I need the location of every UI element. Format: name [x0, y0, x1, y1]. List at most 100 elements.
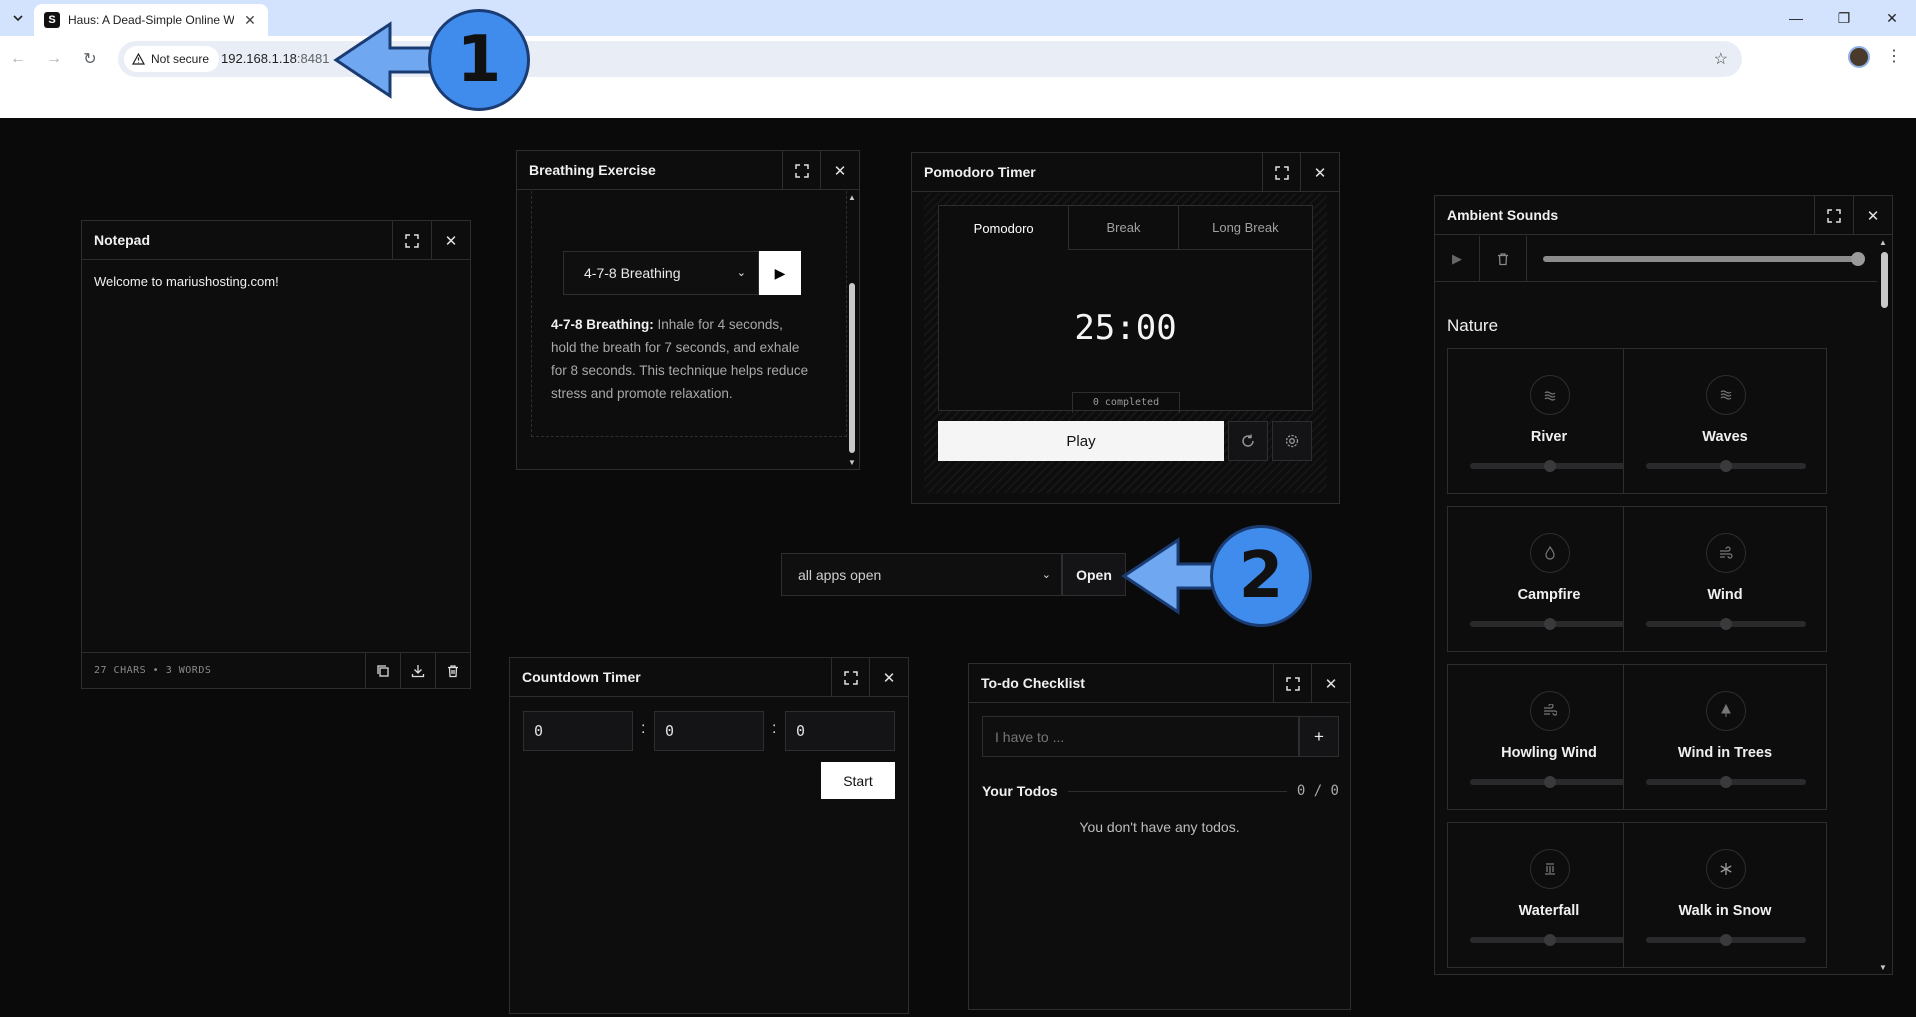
pomodoro-time: 25:00	[1074, 308, 1177, 348]
sound-volume-slider[interactable]	[1470, 934, 1630, 946]
sound-card[interactable]: Wind in Trees	[1623, 664, 1827, 810]
security-chip[interactable]: Not secure	[124, 46, 220, 72]
sound-name: Howling Wind	[1501, 745, 1597, 761]
sound-volume-slider[interactable]	[1646, 618, 1806, 630]
trash-icon[interactable]	[435, 653, 470, 688]
add-todo-button[interactable]: +	[1299, 716, 1339, 757]
fullscreen-icon[interactable]	[782, 151, 821, 190]
slider-knob[interactable]	[1544, 460, 1556, 472]
slider-knob[interactable]	[1544, 776, 1556, 788]
forward-icon[interactable]: →	[42, 47, 66, 71]
tree-icon[interactable]	[1706, 691, 1746, 731]
sound-card[interactable]: River	[1447, 348, 1651, 494]
ambient-scrollbar[interactable]: ▲ ▼	[1878, 238, 1890, 972]
fullscreen-icon[interactable]	[1273, 664, 1312, 703]
sound-volume-slider[interactable]	[1646, 776, 1806, 788]
sound-card[interactable]: Wind	[1623, 506, 1827, 652]
sound-card[interactable]: Walk in Snow	[1623, 822, 1827, 968]
trash-icon[interactable]	[1479, 236, 1527, 282]
slider-knob[interactable]	[1720, 776, 1732, 788]
minimize-icon[interactable]: —	[1772, 0, 1820, 36]
tab-long-break[interactable]: Long Break	[1178, 206, 1312, 250]
river-icon[interactable]	[1530, 375, 1570, 415]
pomodoro-header: Pomodoro Timer ✕	[912, 153, 1339, 192]
snowflake-icon[interactable]	[1706, 849, 1746, 889]
apps-select[interactable]: all apps open ⌄	[781, 553, 1062, 596]
sound-card[interactable]: Waterfall	[1447, 822, 1651, 968]
back-icon[interactable]: ←	[6, 47, 30, 71]
sound-card[interactable]: Waves	[1623, 348, 1827, 494]
scrollbar-thumb[interactable]	[1881, 252, 1888, 308]
close-icon[interactable]: ✕	[431, 221, 470, 260]
notepad-textarea[interactable]: Welcome to mariushosting.com!	[82, 260, 470, 303]
tab-pomodoro[interactable]: Pomodoro	[939, 206, 1070, 250]
tab-break[interactable]: Break	[1069, 206, 1179, 250]
copy-icon[interactable]	[365, 653, 400, 688]
close-icon[interactable]: ✕	[1853, 196, 1892, 235]
bookmark-star-icon[interactable]: ☆	[1714, 49, 1728, 69]
wind-icon[interactable]	[1706, 533, 1746, 573]
scroll-down-icon[interactable]: ▼	[848, 458, 856, 467]
close-icon[interactable]: ✕	[1300, 153, 1339, 192]
hours-input[interactable]: 0	[523, 711, 633, 751]
scroll-down-icon[interactable]: ▼	[1879, 963, 1887, 972]
slider-knob[interactable]	[1544, 618, 1556, 630]
sound-volume-slider[interactable]	[1470, 618, 1630, 630]
close-icon[interactable]: ✕	[869, 658, 908, 697]
scroll-up-icon[interactable]: ▲	[848, 193, 856, 202]
fullscreen-icon[interactable]	[392, 221, 431, 260]
breathing-play-button[interactable]: ▶	[759, 251, 801, 295]
tab-close-icon[interactable]: ✕	[242, 12, 258, 29]
start-button[interactable]: Start	[821, 762, 895, 799]
waves-icon[interactable]	[1706, 375, 1746, 415]
tab-search-button[interactable]	[6, 6, 30, 30]
sound-volume-slider[interactable]	[1646, 934, 1806, 946]
reset-icon[interactable]	[1228, 421, 1268, 461]
todo-input[interactable]: I have to ...	[982, 716, 1299, 757]
sound-card[interactable]: Howling Wind	[1447, 664, 1651, 810]
slider-knob[interactable]	[1720, 618, 1732, 630]
download-icon[interactable]	[400, 653, 435, 688]
window-controls: — ❐ ✕	[1772, 0, 1916, 36]
restore-icon[interactable]: ❐	[1820, 0, 1868, 36]
todo-widget: To-do Checklist ✕ I have to ... + Your T…	[968, 663, 1351, 1010]
settings-gear-icon[interactable]	[1272, 421, 1312, 461]
scroll-up-icon[interactable]: ▲	[1879, 238, 1887, 247]
master-volume-slider[interactable]	[1543, 252, 1865, 266]
sound-volume-slider[interactable]	[1470, 460, 1630, 472]
open-button[interactable]: Open	[1062, 553, 1126, 596]
browser-menu-icon[interactable]: ⋮	[1886, 46, 1902, 66]
play-icon[interactable]: ▶	[1435, 236, 1479, 282]
window-close-icon[interactable]: ✕	[1868, 0, 1916, 36]
pomodoro-title: Pomodoro Timer	[924, 164, 1036, 180]
howling-wind-icon[interactable]	[1530, 691, 1570, 731]
breathing-scrollbar[interactable]: ▲ ▼	[847, 193, 857, 467]
breathing-widget: Breathing Exercise ✕ 4-7-8 Breathing ⌄ ▶…	[516, 150, 860, 470]
sound-volume-slider[interactable]	[1646, 460, 1806, 472]
fullscreen-icon[interactable]	[831, 658, 870, 697]
ambient-controls: ▶	[1435, 236, 1877, 282]
ambient-title: Ambient Sounds	[1447, 207, 1559, 223]
scrollbar-thumb[interactable]	[849, 283, 855, 453]
slider-knob[interactable]	[1720, 934, 1732, 946]
seconds-input[interactable]: 0	[785, 711, 895, 751]
minutes-input[interactable]: 0	[654, 711, 764, 751]
browser-tab[interactable]: S Haus: A Dead-Simple Online W ✕	[34, 4, 268, 36]
pomodoro-play-button[interactable]: Play	[938, 421, 1224, 461]
fullscreen-icon[interactable]	[1262, 153, 1301, 192]
campfire-icon[interactable]	[1530, 533, 1570, 573]
notepad-stats: 27 CHARS • 3 WORDS	[94, 665, 212, 676]
slider-knob[interactable]	[1851, 252, 1865, 266]
slider-knob[interactable]	[1720, 460, 1732, 472]
profile-avatar[interactable]	[1848, 46, 1870, 68]
sound-card[interactable]: Campfire	[1447, 506, 1651, 652]
sound-volume-slider[interactable]	[1470, 776, 1630, 788]
notepad-title: Notepad	[94, 232, 150, 248]
reload-icon[interactable]: ↻	[78, 47, 102, 71]
fullscreen-icon[interactable]	[1814, 196, 1853, 235]
slider-knob[interactable]	[1544, 934, 1556, 946]
waterfall-icon[interactable]	[1530, 849, 1570, 889]
close-icon[interactable]: ✕	[820, 151, 859, 190]
close-icon[interactable]: ✕	[1311, 664, 1350, 703]
breathing-technique-select[interactable]: 4-7-8 Breathing ⌄	[563, 251, 759, 295]
